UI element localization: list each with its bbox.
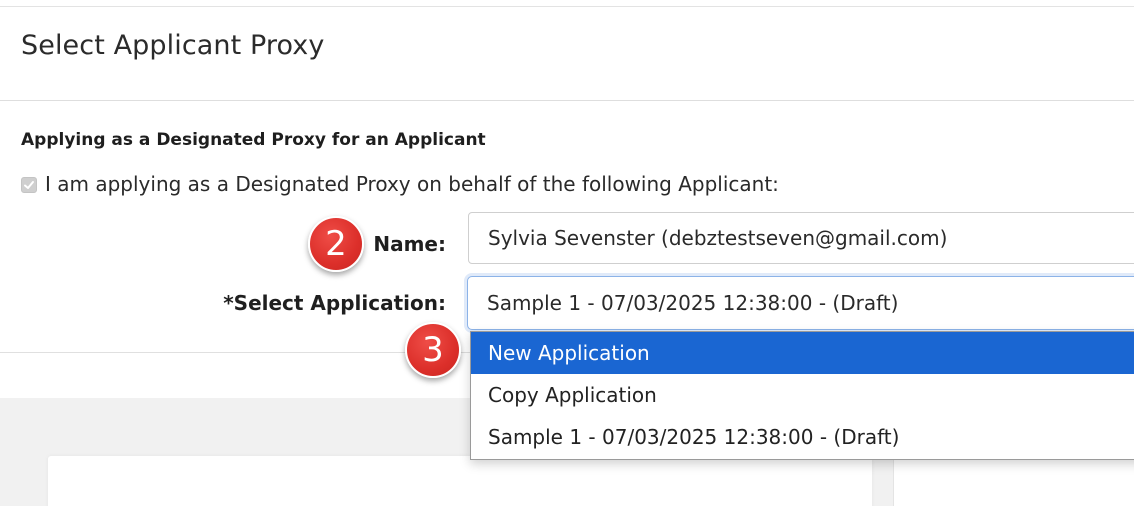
content-card [48,456,872,506]
option-sample-1-draft[interactable]: Sample 1 - 07/03/2025 12:38:00 - (Draft) [471,416,1134,458]
step-marker-3: 3 [405,322,461,378]
step-marker-2: 2 [308,216,364,272]
select-application-dropdown[interactable]: Sample 1 - 07/03/2025 12:38:00 - (Draft) [467,276,1134,330]
name-field[interactable]: Sylvia Sevenster (debztestseven@gmail.co… [468,212,1134,264]
header-divider [0,100,1134,101]
proxy-checkbox-row: I am applying as a Designated Proxy on b… [21,172,779,196]
option-new-application[interactable]: New Application [471,332,1134,374]
proxy-checkbox[interactable] [21,177,37,193]
name-field-value: Sylvia Sevenster (debztestseven@gmail.co… [488,226,948,250]
name-label: Name: [373,232,446,256]
section-divider [0,352,470,353]
side-card [893,456,1134,506]
option-copy-application[interactable]: Copy Application [471,374,1134,416]
page: Select Applicant Proxy Applying as a Des… [0,0,1134,506]
section-heading: Applying as a Designated Proxy for an Ap… [21,130,486,150]
top-border [0,6,1134,7]
application-options-list: New Application Copy Application Sample … [470,331,1134,460]
checkmark-icon [24,181,34,189]
select-application-label: *Select Application: [223,291,446,315]
select-application-value: Sample 1 - 07/03/2025 12:38:00 - (Draft) [487,291,899,315]
page-title: Select Applicant Proxy [21,30,325,61]
proxy-checkbox-label: I am applying as a Designated Proxy on b… [45,172,779,196]
